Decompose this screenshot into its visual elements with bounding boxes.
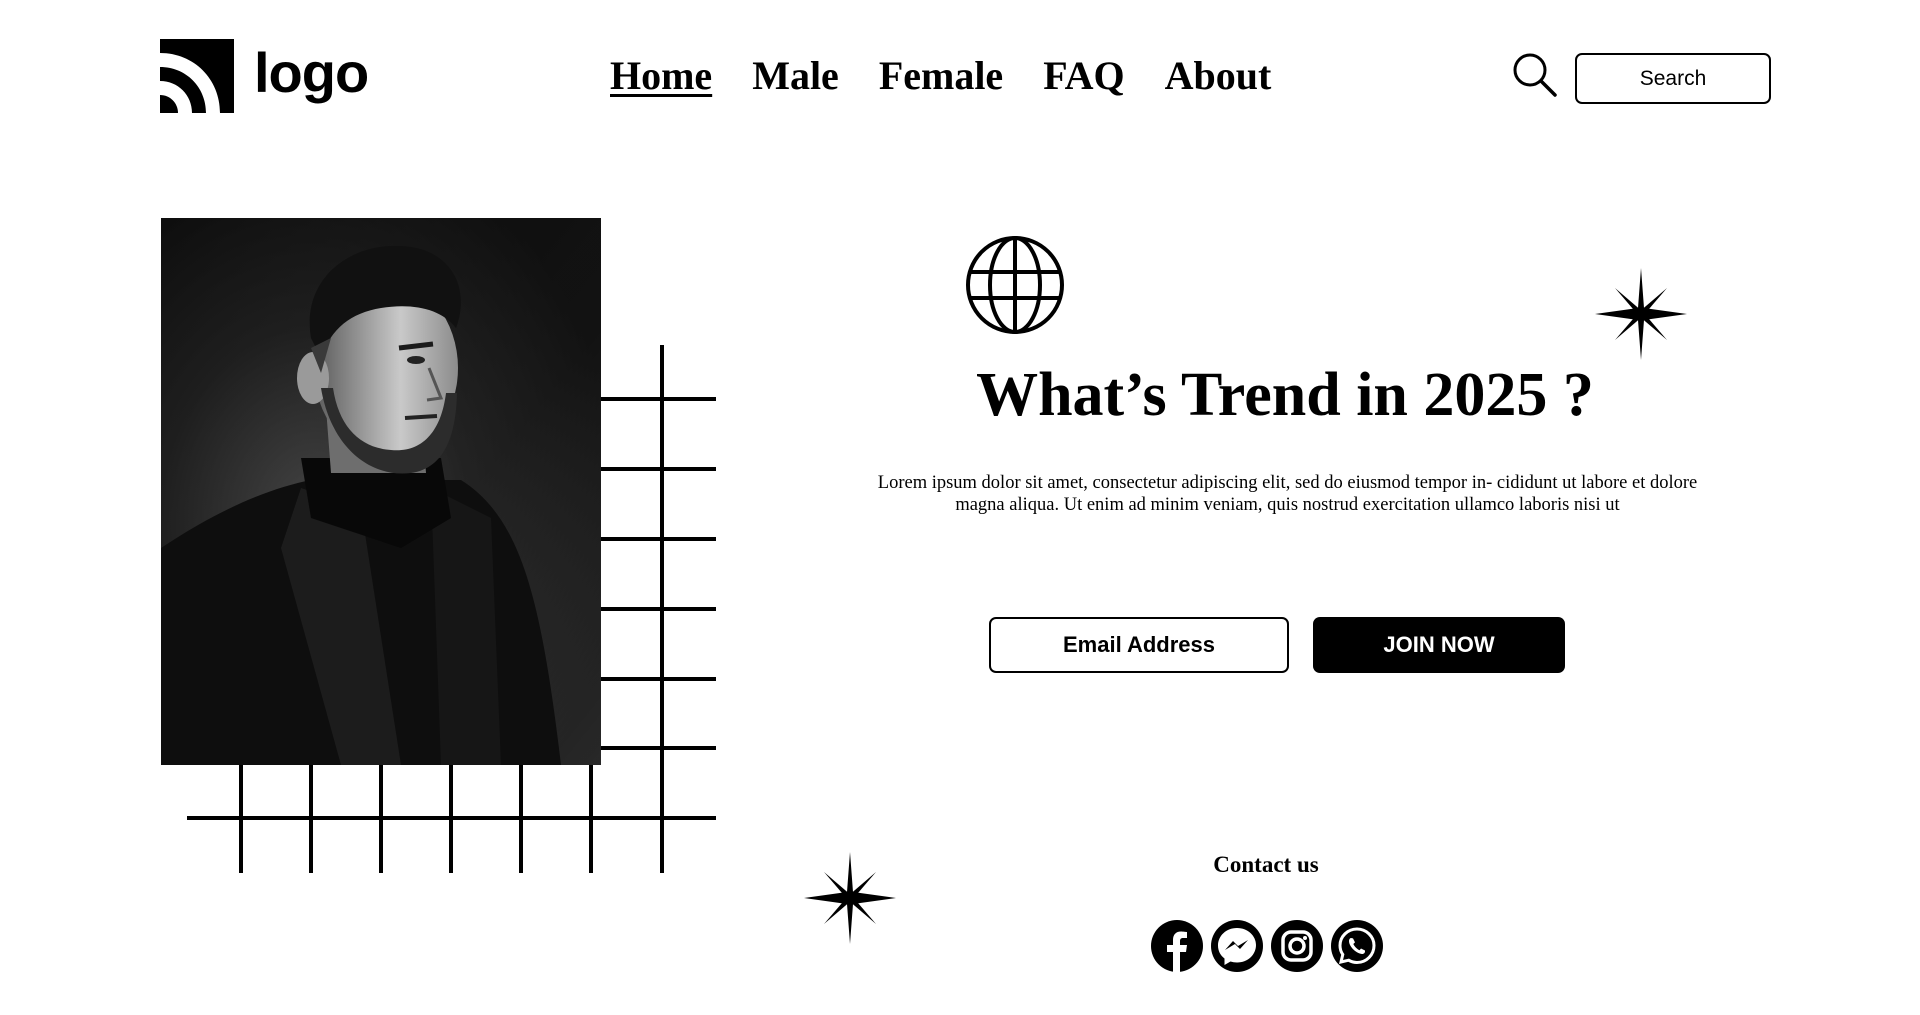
logo-mark-icon bbox=[160, 39, 234, 113]
facebook-icon[interactable] bbox=[1151, 920, 1203, 972]
social-links bbox=[1151, 920, 1383, 972]
nav-female[interactable]: Female bbox=[879, 52, 1003, 100]
join-now-button[interactable]: JOIN NOW bbox=[1313, 617, 1565, 673]
email-field[interactable] bbox=[989, 617, 1289, 673]
portrait-photo bbox=[161, 218, 601, 765]
search-input[interactable] bbox=[1575, 53, 1771, 104]
whatsapp-icon[interactable] bbox=[1331, 920, 1383, 972]
nav-faq[interactable]: FAQ bbox=[1043, 52, 1124, 100]
nav-male[interactable]: Male bbox=[752, 52, 839, 100]
nav-about[interactable]: About bbox=[1165, 52, 1272, 100]
main-nav: Home Male Female FAQ About bbox=[610, 52, 1271, 100]
sparkle-icon bbox=[1595, 268, 1687, 360]
globe-icon bbox=[966, 236, 1064, 334]
hero-subtext-line-2: magna aliqua. Ut enim ad minim veniam, q… bbox=[955, 495, 1620, 516]
nav-home[interactable]: Home bbox=[610, 52, 712, 100]
logo[interactable]: logo bbox=[160, 38, 369, 114]
messenger-icon[interactable] bbox=[1211, 920, 1263, 972]
hero-subtext: Lorem ipsum dolor sit amet, consectetur … bbox=[835, 472, 1740, 516]
logo-text: logo bbox=[254, 41, 369, 104]
sparkle-icon bbox=[804, 852, 896, 944]
hero-subtext-line-1: Lorem ipsum dolor sit amet, consectetur … bbox=[877, 473, 1698, 493]
instagram-icon[interactable] bbox=[1271, 920, 1323, 972]
search-icon[interactable] bbox=[1512, 52, 1558, 98]
hero-headline: What’s Trend in 2025 ? bbox=[976, 361, 1594, 429]
contact-heading: Contact us bbox=[1213, 852, 1319, 877]
landing-page: logo Home Male Female FAQ About Search W… bbox=[0, 0, 1920, 1015]
